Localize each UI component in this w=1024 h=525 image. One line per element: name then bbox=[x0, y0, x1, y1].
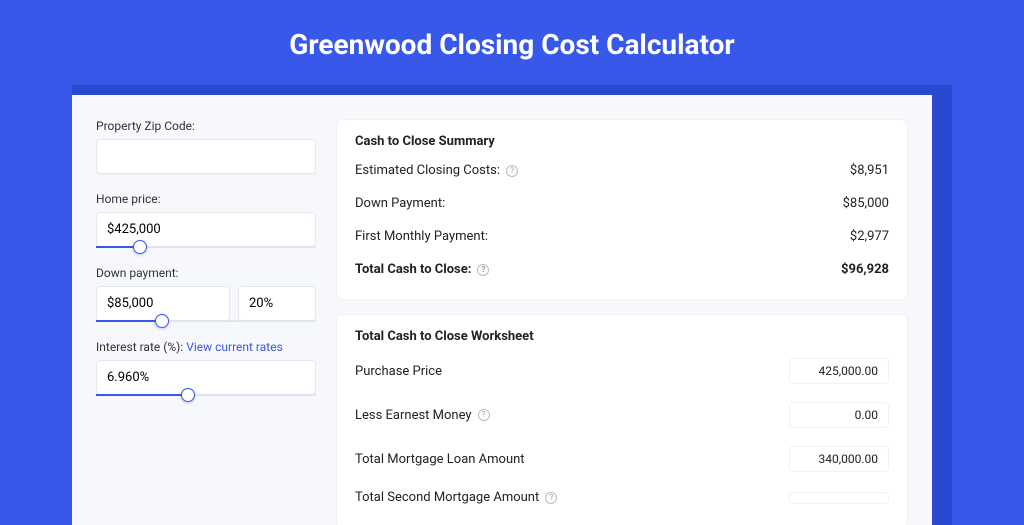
worksheet-row-purchase-price: Purchase Price 425,000.00 bbox=[355, 358, 889, 384]
zip-label: Property Zip Code: bbox=[96, 119, 316, 133]
card-shadow: Property Zip Code: Home price: Down paym… bbox=[72, 85, 952, 525]
row-label: Less Earnest Money bbox=[355, 408, 472, 423]
row-value[interactable]: 0.00 bbox=[789, 402, 889, 428]
worksheet-panel: Total Cash to Close Worksheet Purchase P… bbox=[336, 314, 908, 525]
worksheet-row-earnest-money: Less Earnest Money ? 0.00 bbox=[355, 402, 889, 428]
down-payment-pct-input[interactable] bbox=[238, 286, 316, 321]
help-icon[interactable]: ? bbox=[477, 264, 489, 276]
help-icon[interactable]: ? bbox=[478, 409, 490, 421]
rate-slider[interactable] bbox=[96, 394, 316, 396]
worksheet-title: Total Cash to Close Worksheet bbox=[355, 329, 889, 344]
row-value[interactable]: 425,000.00 bbox=[789, 358, 889, 384]
summary-row-closing-costs: Estimated Closing Costs: ? $8,951 bbox=[355, 163, 889, 178]
results-panel: Cash to Close Summary Estimated Closing … bbox=[336, 119, 908, 525]
row-label: Estimated Closing Costs: bbox=[355, 163, 500, 178]
rate-input[interactable] bbox=[96, 360, 316, 395]
worksheet-row-loan-amount: Total Mortgage Loan Amount 340,000.00 bbox=[355, 446, 889, 472]
inputs-panel: Property Zip Code: Home price: Down paym… bbox=[96, 119, 316, 525]
row-value: $96,928 bbox=[841, 262, 889, 277]
row-value[interactable]: 340,000.00 bbox=[789, 446, 889, 472]
price-field: Home price: bbox=[96, 192, 316, 248]
zip-field: Property Zip Code: bbox=[96, 119, 316, 174]
row-label: Purchase Price bbox=[355, 364, 442, 379]
summary-row-total: Total Cash to Close: ? $96,928 bbox=[355, 262, 889, 277]
row-label: Total Second Mortgage Amount bbox=[355, 490, 539, 505]
row-label: Total Cash to Close: bbox=[355, 262, 471, 277]
calculator-card: Property Zip Code: Home price: Down paym… bbox=[72, 95, 932, 525]
down-payment-label: Down payment: bbox=[96, 266, 316, 280]
slider-thumb-icon[interactable] bbox=[133, 240, 147, 254]
zip-input[interactable] bbox=[96, 139, 316, 174]
summary-title: Cash to Close Summary bbox=[355, 134, 889, 149]
summary-row-first-payment: First Monthly Payment: $2,977 bbox=[355, 229, 889, 244]
help-icon[interactable]: ? bbox=[506, 165, 518, 177]
row-label: Down Payment: bbox=[355, 196, 445, 211]
down-payment-slider[interactable] bbox=[96, 320, 316, 322]
row-value: $8,951 bbox=[850, 163, 889, 178]
row-value: $85,000 bbox=[843, 196, 889, 211]
row-value[interactable] bbox=[789, 492, 889, 504]
summary-row-down-payment: Down Payment: $85,000 bbox=[355, 196, 889, 211]
slider-thumb-icon[interactable] bbox=[155, 314, 169, 328]
page-title: Greenwood Closing Cost Calculator bbox=[0, 0, 1024, 85]
view-rates-link[interactable]: View current rates bbox=[186, 340, 283, 354]
slider-thumb-icon[interactable] bbox=[181, 388, 195, 402]
down-payment-field: Down payment: bbox=[96, 266, 316, 322]
price-label: Home price: bbox=[96, 192, 316, 206]
price-input[interactable] bbox=[96, 212, 316, 247]
worksheet-row-second-mortgage: Total Second Mortgage Amount ? bbox=[355, 490, 889, 505]
row-label: First Monthly Payment: bbox=[355, 229, 488, 244]
price-slider[interactable] bbox=[96, 246, 316, 248]
row-value: $2,977 bbox=[850, 229, 889, 244]
row-label: Total Mortgage Loan Amount bbox=[355, 452, 525, 467]
summary-panel: Cash to Close Summary Estimated Closing … bbox=[336, 119, 908, 300]
rate-field: Interest rate (%): View current rates bbox=[96, 340, 316, 396]
help-icon[interactable]: ? bbox=[545, 492, 557, 504]
rate-label: Interest rate (%): View current rates bbox=[96, 340, 316, 354]
